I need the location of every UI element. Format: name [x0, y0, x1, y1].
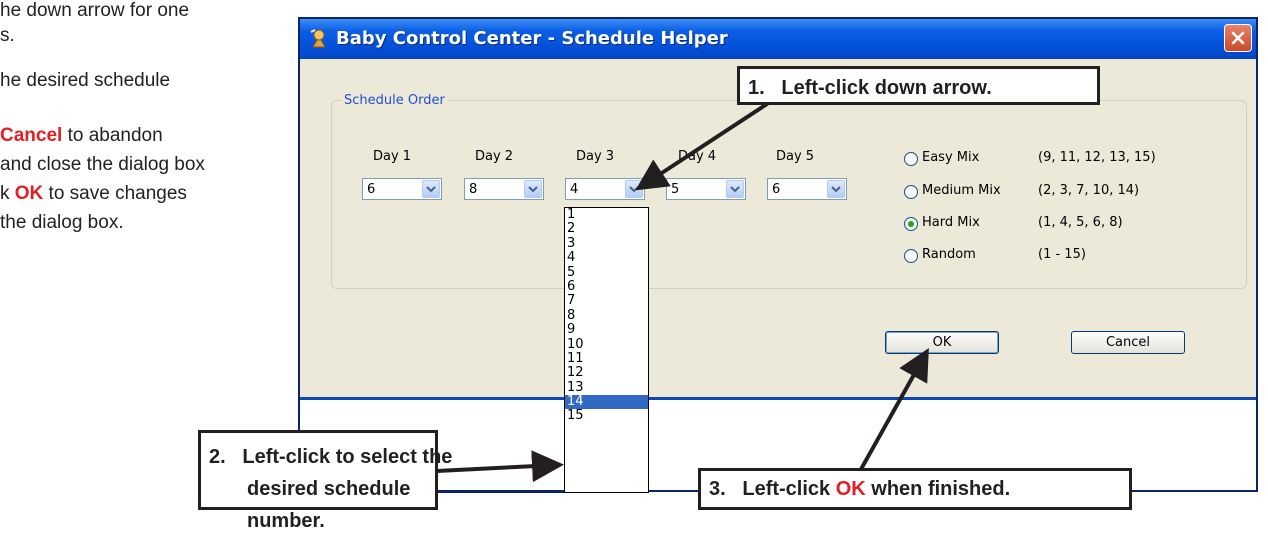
callout-text: 2. Left-click to select the — [209, 446, 453, 468]
arrow-to-down-arrow — [635, 100, 772, 191]
callout-step-1: 1. Left-click down arrow. — [737, 66, 1100, 105]
ok-emphasis: OK — [835, 478, 866, 500]
callout-step-2: 2. Left-click to select the desired sche… — [198, 430, 453, 532]
arrow-to-ok-button — [858, 348, 929, 472]
callout-text: 1. Left-click down arrow. — [748, 77, 992, 99]
callout-text: when finished. — [865, 478, 1011, 500]
callout-text: 3. Left-click — [709, 478, 836, 500]
callout-step-3: 3. Left-click OK when finished. — [698, 468, 1132, 510]
callout-text: desired schedule number. — [247, 478, 411, 532]
arrow-to-option-14 — [436, 450, 564, 483]
